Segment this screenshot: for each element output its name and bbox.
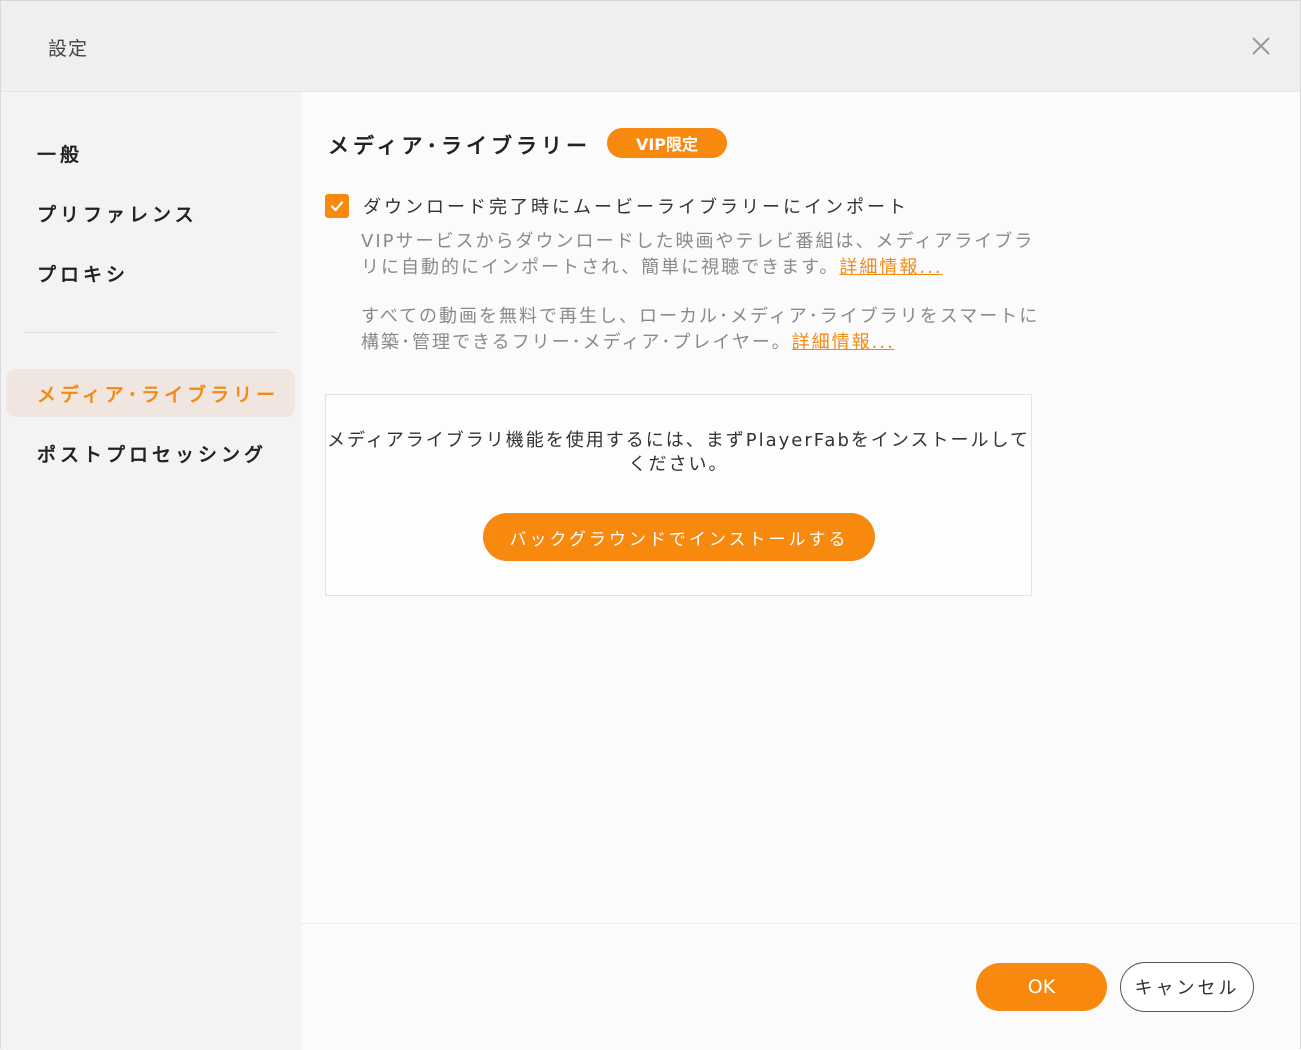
sidebar-item-label: プロキシ xyxy=(37,263,130,286)
sidebar-item-post-processing[interactable]: ポストプロセッシング xyxy=(6,429,295,477)
install-background-button[interactable]: バックグラウンドでインストールする xyxy=(483,513,875,561)
dialog-title: 設定 xyxy=(48,38,89,60)
sidebar-item-label: プリファレンス xyxy=(37,203,198,226)
settings-content: メディア･ライブラリー VIP限定 ダウンロード完了時にムービーライブラリーにイ… xyxy=(301,92,1300,1050)
close-icon xyxy=(1252,37,1270,55)
section-title: メディア･ライブラリー xyxy=(328,133,592,158)
cancel-button[interactable]: キャンセル xyxy=(1120,962,1254,1012)
title-bar: 設定 xyxy=(1,1,1300,92)
ok-button[interactable]: OK xyxy=(976,963,1107,1011)
import-checkbox-label[interactable]: ダウンロード完了時にムービーライブラリーにインポート xyxy=(363,193,909,219)
description-text: すべての動画を無料で再生し、ローカル･メディア･ライブラリをスマートに構築･管理… xyxy=(361,306,1040,353)
more-info-link[interactable]: 詳細情報... xyxy=(792,332,895,353)
sidebar-item-preferences[interactable]: プリファレンス xyxy=(6,189,295,237)
vip-badge: VIP限定 xyxy=(607,128,727,158)
settings-dialog: 設定 一般 プリファレンス プロキシ メディア･ライブラリー ポストプロセッシン… xyxy=(0,0,1301,1050)
sidebar-item-general[interactable]: 一般 xyxy=(6,129,295,177)
checkmark-icon xyxy=(330,201,344,212)
sidebar-divider xyxy=(25,332,276,333)
import-checkbox[interactable] xyxy=(325,194,349,218)
sidebar-item-proxy[interactable]: プロキシ xyxy=(6,249,295,297)
sidebar-item-label: メディア･ライブラリー xyxy=(37,383,280,406)
vip-import-description: VIPサービスからダウンロードした映画やテレビ番組は、メディアライブラリに自動的… xyxy=(361,229,1041,281)
close-button[interactable] xyxy=(1246,31,1276,61)
settings-sidebar: 一般 プリファレンス プロキシ メディア･ライブラリー ポストプロセッシング xyxy=(1,92,301,1050)
sidebar-item-media-library[interactable]: メディア･ライブラリー xyxy=(6,369,295,417)
playerfab-description: すべての動画を無料で再生し、ローカル･メディア･ライブラリをスマートに構築･管理… xyxy=(361,304,1041,356)
footer-divider xyxy=(301,923,1300,924)
sidebar-item-label: ポストプロセッシング xyxy=(37,443,268,466)
more-info-link[interactable]: 詳細情報... xyxy=(839,257,942,278)
install-message: メディアライブラリ機能を使用するには、まずPlayerFabをインストールしてく… xyxy=(326,430,1030,475)
sidebar-item-label: 一般 xyxy=(37,143,84,166)
install-playerfab-box: メディアライブラリ機能を使用するには、まずPlayerFabをインストールしてく… xyxy=(325,394,1032,596)
